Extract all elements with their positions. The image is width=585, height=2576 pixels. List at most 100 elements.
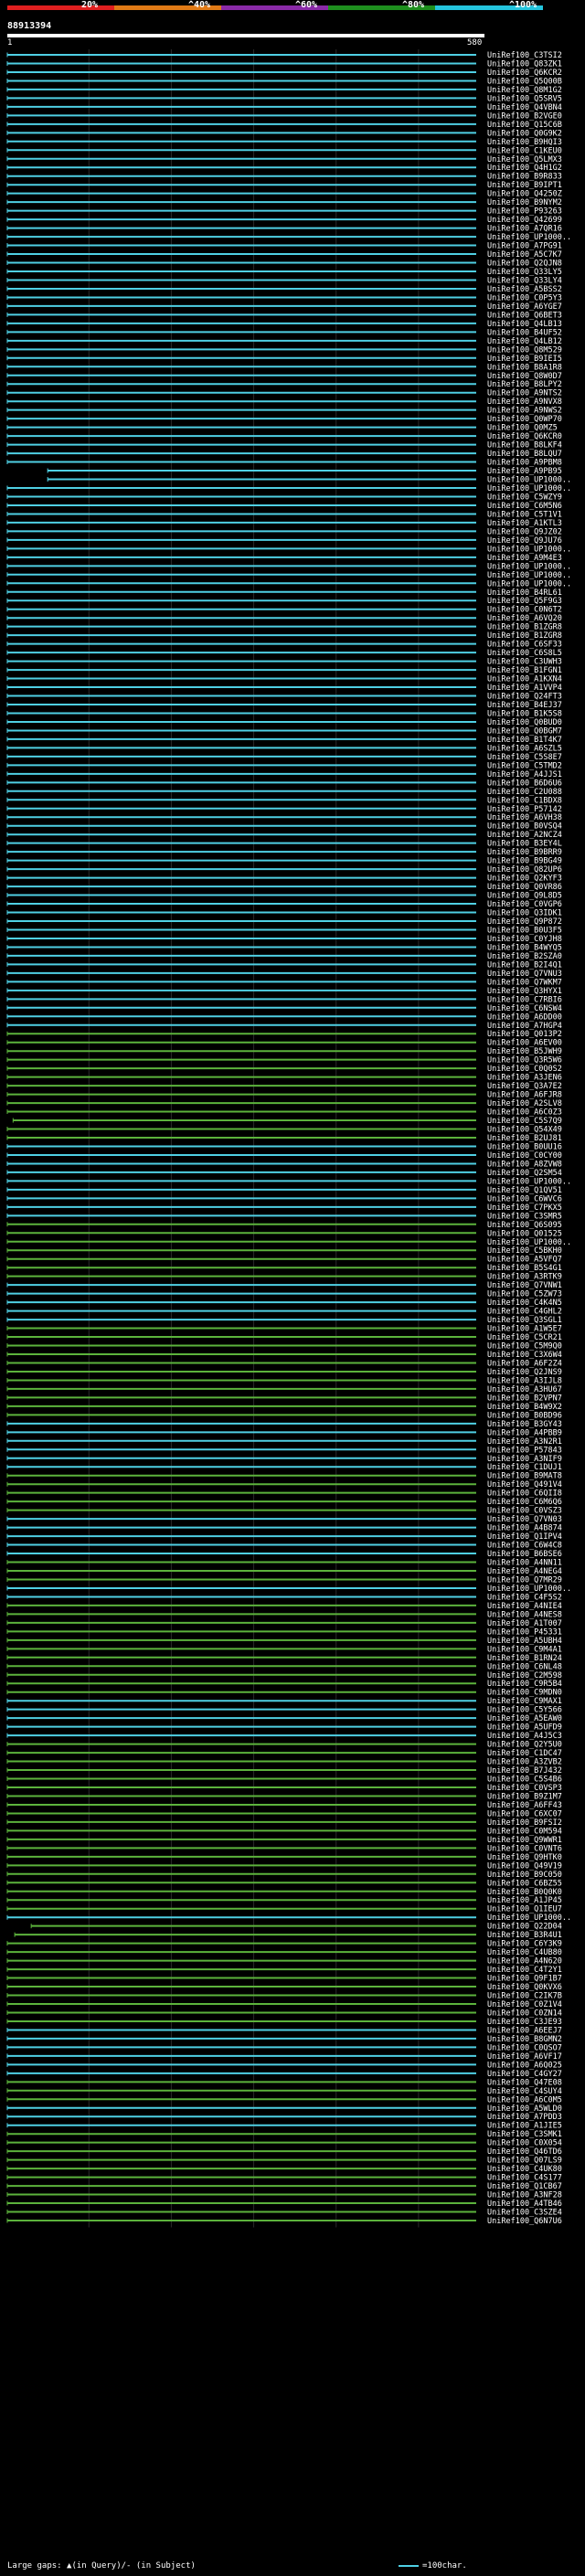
hit-row[interactable]: UniRef100_Q3A7E2 <box>6 1082 562 1091</box>
hit-row[interactable]: UniRef100_A1KXN4 <box>6 675 562 684</box>
hit-row[interactable]: UniRef100_C6W4C8 <box>6 1542 562 1551</box>
hit-row[interactable]: UniRef100_C0VGP6 <box>6 900 562 909</box>
hit-row[interactable]: UniRef100_C5S8E7 <box>6 753 562 762</box>
hit-row[interactable]: UniRef100_B4RL61 <box>6 588 562 598</box>
hit-row[interactable]: UniRef100_C9M4A1 <box>6 1645 562 1654</box>
hit-row[interactable]: UniRef100_A6EV00 <box>6 1039 562 1048</box>
hit-row[interactable]: UniRef100_Q4LB13 <box>6 320 562 329</box>
hit-row[interactable]: UniRef100_C6NL48 <box>6 1662 562 1671</box>
hit-row[interactable]: UniRef100_B0VSQ4 <box>6 822 562 832</box>
hit-row[interactable]: UniRef100_A4N620 <box>6 1957 562 1966</box>
hit-row[interactable]: UniRef100_C7RBI6 <box>6 995 562 1004</box>
hit-row[interactable]: UniRef100_Q9HTK0 <box>6 1853 562 1862</box>
hit-row[interactable]: UniRef100_Q5Q00B <box>6 77 562 86</box>
hit-row[interactable]: UniRef100_C6SF33 <box>6 641 562 650</box>
hit-row[interactable]: UniRef100_C6WVC6 <box>6 1194 562 1203</box>
hit-row[interactable]: UniRef100_Q15C6B <box>6 121 562 130</box>
hit-row[interactable]: UniRef100_Q6N7U6 <box>6 2217 562 2226</box>
hit-row[interactable]: UniRef100_A4NEG4 <box>6 1567 562 1576</box>
hit-row[interactable]: UniRef100_C9MAX1 <box>6 1697 562 1706</box>
hit-row[interactable]: UniRef100_C4UB80 <box>6 1948 562 1957</box>
hit-row[interactable]: UniRef100_A4B874 <box>6 1524 562 1533</box>
hit-row[interactable]: UniRef100_Q1IPV4 <box>6 1532 562 1542</box>
hit-row[interactable]: UniRef100_Q9JU76 <box>6 536 562 546</box>
hit-row[interactable]: UniRef100_A4PBB9 <box>6 1428 562 1437</box>
hit-row[interactable]: UniRef100_A6SZL5 <box>6 744 562 753</box>
hit-row[interactable]: UniRef100_B0U3F5 <box>6 926 562 935</box>
hit-row[interactable]: UniRef100_C1BDX8 <box>6 796 562 805</box>
hit-row[interactable]: UniRef100_B1FGN1 <box>6 666 562 675</box>
hit-row[interactable]: UniRef100_Q49V19 <box>6 1861 562 1871</box>
hit-row[interactable]: UniRef100_A6F2Z4 <box>6 1359 562 1368</box>
hit-row[interactable]: UniRef100_P57142 <box>6 805 562 814</box>
hit-row[interactable]: UniRef100_C6NSW4 <box>6 1004 562 1013</box>
hit-row[interactable]: UniRef100_C4UK80 <box>6 2165 562 2174</box>
hit-row[interactable]: UniRef100_Q9WWR1 <box>6 1836 562 1845</box>
hit-row[interactable]: UniRef100_Q0WP70 <box>6 415 562 424</box>
hit-row[interactable]: UniRef100_Q8W0D7 <box>6 372 562 381</box>
hit-row[interactable]: UniRef100_A1JIE5 <box>6 2122 562 2131</box>
hit-row[interactable]: UniRef100_C5M9Q0 <box>6 1342 562 1352</box>
hit-row[interactable]: UniRef100_C4GY27 <box>6 2070 562 2079</box>
hit-row[interactable]: UniRef100_Q6KCR0 <box>6 432 562 441</box>
hit-row[interactable]: UniRef100_C6M6Q6 <box>6 1498 562 1507</box>
hit-row[interactable]: UniRef100_C7PKX5 <box>6 1203 562 1213</box>
hit-row[interactable]: UniRef100_Q0BUD0 <box>6 718 562 727</box>
hit-row[interactable]: UniRef100_A6FJR8 <box>6 1091 562 1100</box>
hit-row[interactable]: UniRef100_C5S7Q9 <box>12 1117 562 1126</box>
hit-row[interactable]: UniRef100_C4T2Y1 <box>6 1966 562 1975</box>
hit-row[interactable]: UniRef100_A1KTL3 <box>6 519 562 528</box>
hit-row[interactable]: UniRef100_A6VQ20 <box>6 614 562 623</box>
hit-row[interactable]: UniRef100_B9IPT1 <box>6 181 562 190</box>
hit-row[interactable]: UniRef100_A4TB46 <box>6 2200 562 2209</box>
hit-row[interactable]: UniRef100_A2SLV8 <box>6 1099 562 1108</box>
hit-row[interactable]: UniRef100_Q6S095 <box>6 1221 562 1230</box>
hit-row[interactable]: UniRef100_Q9JZ02 <box>6 527 562 536</box>
hit-row[interactable]: UniRef100_A3RTK9 <box>6 1273 562 1282</box>
hit-row[interactable]: UniRef100_B0BD96 <box>6 1411 562 1420</box>
hit-row[interactable]: UniRef100_Q7VNU3 <box>6 970 562 979</box>
hit-row[interactable]: UniRef100_Q82UP6 <box>6 865 562 875</box>
hit-row[interactable]: UniRef100_B9BRR9 <box>6 848 562 857</box>
hit-row[interactable]: UniRef100_Q3HYX1 <box>6 987 562 996</box>
hit-row[interactable]: UniRef100_B7J432 <box>6 1766 562 1776</box>
hit-row[interactable]: UniRef100_A5UFD9 <box>6 1723 562 1733</box>
hit-row[interactable]: UniRef100_C3X6W4 <box>6 1351 562 1360</box>
hit-row[interactable]: UniRef100_B2VPN7 <box>6 1394 562 1403</box>
hit-row[interactable]: UniRef100_A9PBM8 <box>6 459 562 468</box>
hit-row[interactable]: UniRef100_C6M5N6 <box>6 502 562 511</box>
hit-row[interactable]: UniRef100_B9R833 <box>6 173 562 182</box>
hit-row[interactable]: UniRef100_Q7MR29 <box>6 1575 562 1585</box>
hit-row[interactable]: UniRef100_C4F5S2 <box>6 1593 562 1602</box>
hit-row[interactable]: UniRef100_B2UJ81 <box>6 1134 562 1143</box>
hit-row[interactable]: UniRef100_C3UWH3 <box>6 658 562 667</box>
hit-row[interactable]: UniRef100_B8LPY2 <box>6 380 562 389</box>
hit-row[interactable]: UniRef100_C3SZE4 <box>6 2209 562 2218</box>
hit-row[interactable]: UniRef100_C0N6T2 <box>6 606 562 615</box>
hit-row[interactable]: UniRef100_A5C7K7 <box>6 250 562 260</box>
hit-row[interactable]: UniRef100_C0ZN14 <box>6 2009 562 2018</box>
hit-row[interactable]: UniRef100_Q07LS9 <box>6 2157 562 2166</box>
hit-row[interactable]: UniRef100_Q1IEU7 <box>6 1905 562 1914</box>
hit-row[interactable]: UniRef100_C6BZ55 <box>6 1879 562 1888</box>
hit-row[interactable]: UniRef100_A7PDD3 <box>6 2113 562 2122</box>
hit-row[interactable]: UniRef100_C3TSI2 <box>6 51 562 60</box>
hit-label[interactable]: UniRef100_Q6N7U6 <box>487 2217 562 2226</box>
hit-row[interactable]: UniRef100_Q47E08 <box>6 2078 562 2087</box>
hit-row[interactable]: UniRef100_A3JEN6 <box>6 1074 562 1083</box>
hit-row[interactable]: UniRef100_C0VNT6 <box>6 1844 562 1853</box>
hit-row[interactable]: UniRef100_C0P5Y3 <box>6 293 562 302</box>
hit-row[interactable]: UniRef100_Q1QV51 <box>6 1186 562 1195</box>
hit-row[interactable]: UniRef100_Q4VBN4 <box>6 103 562 112</box>
hit-row[interactable]: UniRef100_Q2KYF3 <box>6 875 562 884</box>
hit-row[interactable]: UniRef100_Q4250Z <box>6 190 562 199</box>
hit-row[interactable]: UniRef100_C1KEU0 <box>6 146 562 155</box>
hit-row[interactable]: UniRef100_B0UU16 <box>6 1142 562 1151</box>
hit-row[interactable]: UniRef100_A7QR16 <box>6 225 562 234</box>
hit-row[interactable]: UniRef100_C0QSO7 <box>6 2043 562 2052</box>
hit-row[interactable]: UniRef100_A3ZVB2 <box>6 1758 562 1767</box>
hit-row[interactable]: UniRef100_A5VFQ7 <box>6 1256 562 1265</box>
hit-row[interactable]: UniRef100_A4NN11 <box>6 1559 562 1568</box>
hit-row[interactable]: UniRef100_Q24FT3 <box>6 693 562 702</box>
hit-row[interactable]: UniRef100_Q54X49 <box>6 1126 562 1135</box>
